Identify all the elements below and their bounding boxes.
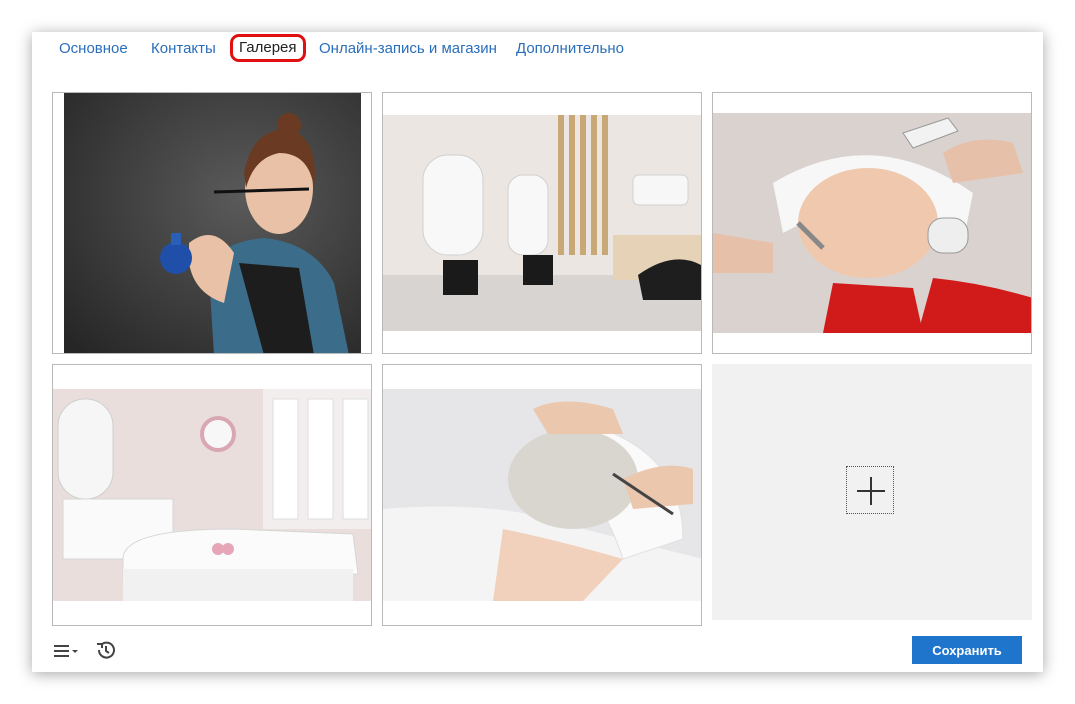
tab-gallery[interactable]: Галерея [230, 34, 306, 62]
photo-salon-interior [383, 115, 701, 331]
plus-icon[interactable] [846, 466, 894, 514]
gallery-image-3[interactable] [712, 92, 1032, 354]
save-button[interactable]: Сохранить [912, 636, 1022, 664]
photo-hairdresser [64, 93, 361, 353]
menu-icon[interactable] [52, 642, 82, 660]
photo-cosmetology-room [53, 389, 371, 601]
add-image-tile [712, 364, 1032, 620]
gallery-image-5[interactable] [382, 364, 702, 626]
gallery-image-2[interactable] [382, 92, 702, 354]
tab-contacts[interactable]: Контакты [151, 40, 216, 58]
tab-main[interactable]: Основное [59, 40, 128, 58]
gallery-image-4[interactable] [52, 364, 372, 626]
tab-booking-shop[interactable]: Онлайн-запись и магазин [319, 40, 497, 58]
tab-additional[interactable]: Дополнительно [516, 40, 624, 58]
tab-bar: Основное Контакты Галерея Онлайн-запись … [32, 32, 1043, 72]
history-icon[interactable] [95, 639, 117, 661]
settings-panel: Основное Контакты Галерея Онлайн-запись … [32, 32, 1043, 672]
gallery-image-1[interactable] [52, 92, 372, 354]
photo-facial-procedure [713, 113, 1031, 333]
photo-face-mask [383, 389, 701, 601]
